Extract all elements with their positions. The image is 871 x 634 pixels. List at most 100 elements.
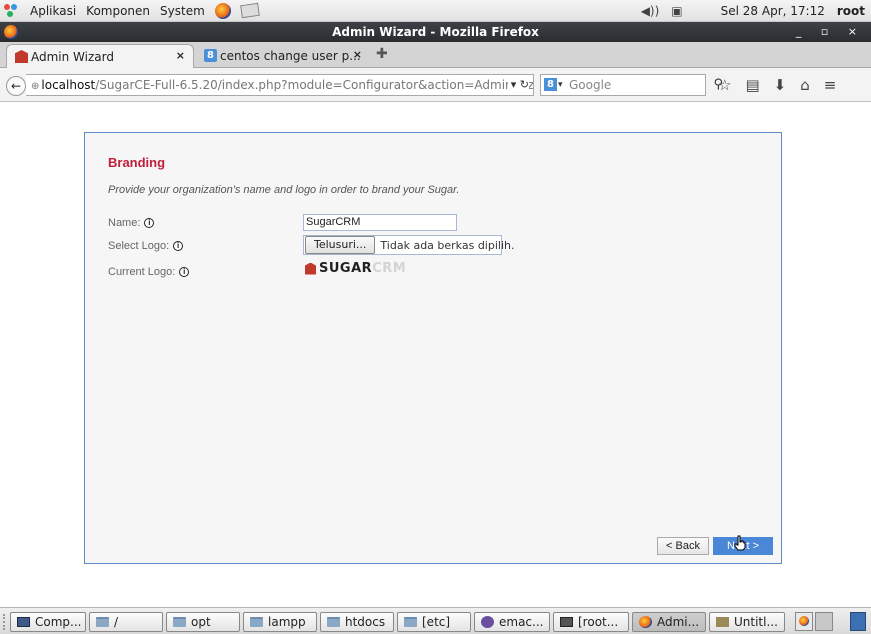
sugar-cube-icon (305, 262, 316, 275)
url-dropdown-reload-icon[interactable]: ▾ ↻ (507, 75, 529, 95)
info-icon[interactable]: i (144, 218, 155, 228)
task-emacs[interactable]: emac... (474, 612, 550, 632)
close-tab-icon[interactable]: × (176, 49, 185, 62)
gimp-icon (716, 617, 729, 627)
chevron-down-icon[interactable]: ▾ (558, 75, 563, 95)
task-root-folder[interactable]: / (89, 612, 163, 632)
search-bar[interactable]: 8 ▾ Google ⚲ (540, 74, 723, 96)
downloads-icon[interactable]: ⬇ (774, 76, 787, 94)
task-label: Comp... (35, 615, 82, 629)
menu-hamburger-icon[interactable]: ≡ (824, 76, 837, 94)
info-icon[interactable]: i (179, 267, 190, 277)
task-terminal[interactable]: [root... (553, 612, 629, 632)
task-htdocs[interactable]: htdocs (320, 612, 394, 632)
task-label: Untitl... (734, 615, 778, 629)
current-logo: SUGAR CRM (305, 261, 406, 276)
window-title: Admin Wizard - Mozilla Firefox (332, 25, 539, 39)
name-label: Name: (108, 217, 141, 229)
task-label: emac... (499, 615, 544, 629)
applications-icon[interactable] (4, 3, 20, 18)
folder-icon (250, 617, 263, 627)
task-lampp[interactable]: lampp (243, 612, 317, 632)
task-label: htdocs (345, 615, 386, 629)
top-panel: Aplikasi Komponen System ◀)) ▣ Sel 28 Ap… (0, 0, 871, 22)
logo-text-sugar: SUGAR (319, 261, 373, 276)
task-gimp[interactable]: Untitl... (709, 612, 785, 632)
section-description: Provide your organization's name and log… (108, 184, 460, 196)
task-etc[interactable]: [etc] (397, 612, 471, 632)
close-tab-icon[interactable]: × (353, 48, 362, 61)
tab-admin-wizard[interactable]: Admin Wizard × (6, 44, 194, 68)
name-field[interactable]: SugarCRM (303, 214, 457, 231)
home-icon[interactable]: ⌂ (800, 76, 810, 94)
firefox-window-icon (4, 25, 18, 39)
hand-cursor-icon (734, 535, 746, 551)
task-computer[interactable]: Comp... (10, 612, 86, 632)
browse-button[interactable]: Telusuri... (305, 236, 376, 254)
window-controls[interactable]: _ ▫ × (796, 22, 865, 42)
file-status: Tidak ada berkas dipilih. (380, 238, 515, 252)
task-label: lampp (268, 615, 306, 629)
google-favicon-icon: 8 (204, 49, 217, 62)
folder-icon (96, 617, 109, 627)
show-desktop-icon[interactable] (850, 612, 866, 631)
wizard-panel: Branding Provide your organization's nam… (84, 132, 782, 564)
task-label: [etc] (422, 615, 451, 629)
firefox-launcher-icon[interactable] (214, 2, 231, 19)
google-engine-icon[interactable]: 8 (544, 78, 557, 91)
name-row-label: Name: i (108, 217, 155, 229)
workspace-1[interactable] (795, 612, 813, 631)
network-icon[interactable]: ▣ (671, 4, 682, 18)
section-heading: Branding (108, 155, 166, 170)
back-arrow-icon[interactable]: ← (6, 76, 26, 96)
firefox-icon (799, 616, 809, 626)
user-menu[interactable]: root (837, 4, 865, 18)
mail-launcher-icon[interactable] (239, 2, 260, 19)
sugarcrm-favicon-icon (15, 50, 28, 63)
current-logo-row-label: Current Logo: i (108, 266, 190, 278)
folder-icon (173, 617, 186, 627)
url-path: /SugarCE-Full-6.5.20/index.php?module=Co… (95, 78, 534, 92)
panel-menu: Aplikasi Komponen System (0, 2, 269, 19)
task-label: opt (191, 615, 211, 629)
window-titlebar[interactable]: Admin Wizard - Mozilla Firefox _ ▫ × (0, 22, 871, 42)
folder-icon (327, 617, 340, 627)
taskbar: Comp... / opt lampp htdocs [etc] emac...… (0, 607, 871, 634)
bookmark-star-icon[interactable]: ☆ (718, 76, 731, 94)
clock[interactable]: Sel 28 Apr, 17:12 (721, 4, 825, 18)
search-placeholder: Google (569, 78, 612, 92)
current-logo-label: Current Logo: (108, 266, 176, 278)
logo-row-label: Select Logo: i (108, 240, 184, 252)
select-logo-label: Select Logo: (108, 240, 170, 252)
logo-text-crm: CRM (372, 261, 407, 276)
globe-icon: ⊕ (31, 81, 40, 92)
taskbar-grip[interactable] (3, 614, 7, 630)
logo-file-input[interactable]: Telusuri... Tidak ada berkas dipilih. (303, 235, 514, 255)
task-label: [root... (578, 615, 619, 629)
terminal-icon (560, 617, 573, 627)
computer-icon (17, 617, 30, 627)
back-button[interactable]: < Back (657, 537, 709, 555)
task-firefox[interactable]: Admi... (632, 612, 706, 632)
panel-tray: ◀)) ▣ Sel 28 Apr, 17:12 root (641, 0, 865, 22)
toolbar-icons: ☆ ▤ ⬇ ⌂ ≡ (718, 76, 836, 94)
task-label: / (114, 615, 119, 629)
emacs-icon (481, 616, 494, 628)
tab-bar: Admin Wizard × 8 centos change user p...… (0, 42, 871, 68)
task-opt[interactable]: opt (166, 612, 240, 632)
url-host: localhost (41, 78, 96, 92)
folder-icon (404, 617, 417, 627)
url-bar[interactable]: ⊕ localhost/SugarCE-Full-6.5.20/index.php… (26, 74, 534, 96)
firefox-icon (639, 616, 652, 628)
bookmarks-list-icon[interactable]: ▤ (745, 76, 759, 94)
menu-system[interactable]: System (160, 4, 205, 18)
tab-label: centos change user p... (220, 49, 361, 63)
workspace-2[interactable] (815, 612, 833, 631)
menu-komponen[interactable]: Komponen (86, 4, 150, 18)
info-icon[interactable]: i (173, 241, 184, 251)
tab-label: Admin Wizard (31, 49, 114, 64)
new-tab-icon[interactable]: ✚ (376, 46, 388, 62)
menu-aplikasi[interactable]: Aplikasi (30, 4, 76, 18)
tab-centos[interactable]: 8 centos change user p... × (196, 44, 370, 68)
volume-icon[interactable]: ◀)) (641, 4, 660, 18)
